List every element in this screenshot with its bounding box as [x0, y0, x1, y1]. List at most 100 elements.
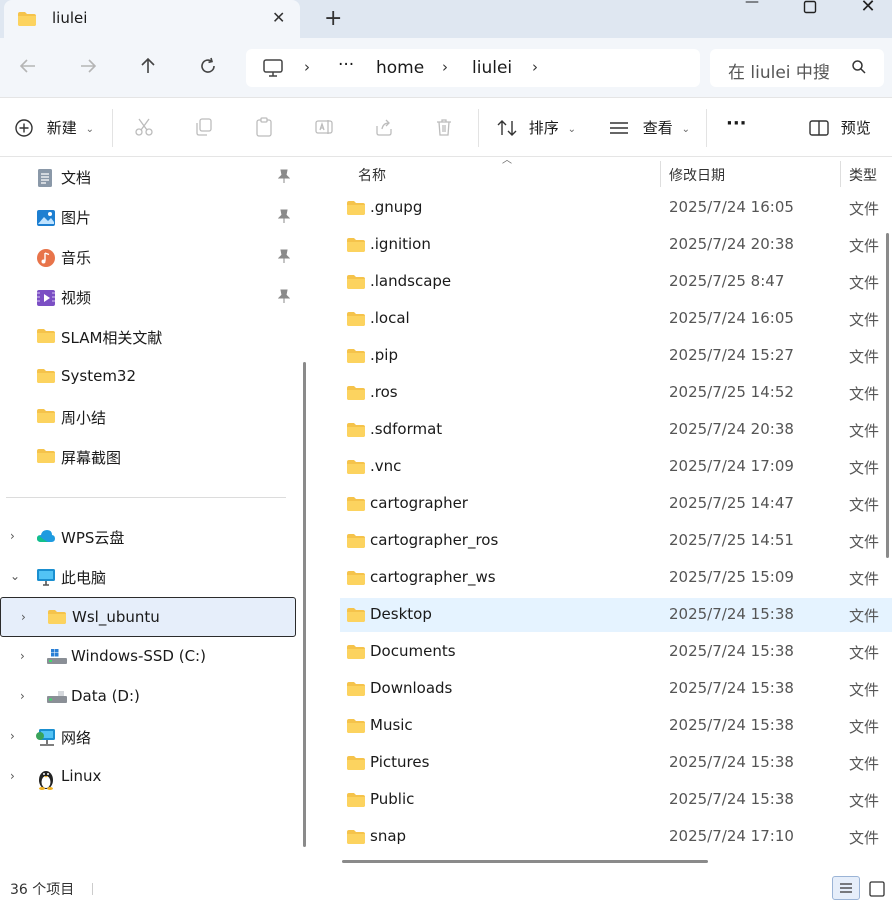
- details-view-button[interactable]: [832, 876, 860, 900]
- chevron-right-icon[interactable]: ›: [20, 649, 25, 663]
- chevron-right-icon[interactable]: ›: [10, 729, 15, 743]
- sidebar-item-此电脑[interactable]: ⌄ 此电脑: [0, 557, 296, 597]
- sidebar-item-slam相关文献[interactable]: SLAM相关文献: [0, 317, 296, 357]
- file-date: 2025/7/24 17:10: [669, 827, 794, 845]
- file-date: 2025/7/25 14:52: [669, 383, 794, 401]
- sidebar-item-data-d[interactable]: › Data (D:): [0, 677, 296, 717]
- file-date: 2025/7/24 17:09: [669, 457, 794, 475]
- chevron-right-icon[interactable]: ›: [10, 529, 15, 543]
- pin-icon[interactable]: [277, 209, 291, 226]
- sidebar-item-视频[interactable]: 视频: [0, 277, 296, 317]
- folder-icon: [346, 533, 366, 553]
- pin-icon[interactable]: [277, 249, 291, 266]
- folder-icon: [36, 408, 56, 428]
- delete-icon[interactable]: [434, 117, 454, 142]
- sidebar-item-label: Windows-SSD (C:): [71, 647, 206, 665]
- search-icon[interactable]: [851, 59, 867, 79]
- breadcrumb-overflow[interactable]: ···: [338, 55, 354, 75]
- breadcrumb-separator-icon[interactable]: ›: [532, 58, 538, 76]
- chevron-down-icon[interactable]: ⌄: [10, 569, 20, 583]
- file-row[interactable]: Downloads 2025/7/24 15:38 文件: [340, 672, 892, 706]
- pin-icon[interactable]: [277, 169, 291, 186]
- navigation-bar: › ··· home › liulei › 在 liulei 中搜: [0, 38, 892, 98]
- folder-icon: [346, 200, 366, 220]
- file-name: Public: [370, 790, 415, 808]
- preview-pane-button[interactable]: 预览: [808, 117, 871, 141]
- file-name: Desktop: [370, 605, 432, 623]
- forward-arrow-icon[interactable]: [76, 56, 100, 81]
- horizontal-scrollbar[interactable]: [342, 860, 708, 863]
- file-name: Documents: [370, 642, 456, 660]
- file-row[interactable]: Documents 2025/7/24 15:38 文件: [340, 635, 892, 669]
- view-button[interactable]: 查看 ⌄: [608, 117, 690, 141]
- file-row[interactable]: .landscape 2025/7/25 8:47 文件: [340, 265, 892, 299]
- file-type: 文件: [849, 311, 880, 329]
- up-arrow-icon[interactable]: [136, 56, 160, 81]
- file-row[interactable]: cartographer_ws 2025/7/25 15:09 文件: [340, 561, 892, 595]
- chevron-right-icon[interactable]: ›: [10, 769, 15, 783]
- sidebar-item-周小结[interactable]: 周小结: [0, 397, 296, 437]
- search-input[interactable]: 在 liulei 中搜: [728, 58, 830, 83]
- search-box[interactable]: 在 liulei 中搜: [710, 49, 884, 87]
- sidebar-item-windows-ssd-c[interactable]: › Windows-SSD (C:): [0, 637, 296, 677]
- file-date: 2025/7/25 14:51: [669, 531, 794, 549]
- vertical-scrollbar[interactable]: [886, 233, 889, 558]
- new-button[interactable]: 新建 ⌄: [14, 117, 94, 141]
- file-row[interactable]: Public 2025/7/24 15:38 文件: [340, 783, 892, 817]
- column-divider[interactable]: [840, 161, 841, 187]
- file-row[interactable]: cartographer 2025/7/25 14:47 文件: [340, 487, 892, 521]
- large-icons-view-button[interactable]: [866, 878, 888, 900]
- paste-icon[interactable]: [254, 117, 274, 142]
- tab-liulei[interactable]: liulei ✕: [4, 0, 300, 38]
- address-bar[interactable]: › ··· home › liulei ›: [246, 49, 700, 87]
- file-list: ︿ 名称 修改日期 类型 .gnupg 2025/7/24 16:05 文件 .ign…: [322, 155, 892, 875]
- this-pc-icon: [262, 58, 284, 82]
- folder-icon: [346, 718, 366, 738]
- breadcrumb-liulei[interactable]: liulei: [472, 58, 512, 78]
- file-row[interactable]: cartographer_ros 2025/7/25 14:51 文件: [340, 524, 892, 558]
- sidebar-scrollbar[interactable]: [303, 362, 306, 847]
- sidebar-item-wps云盘[interactable]: › WPS云盘: [0, 517, 296, 557]
- sidebar-item-文档[interactable]: 文档: [0, 157, 296, 197]
- file-row[interactable]: .pip 2025/7/24 15:27 文件: [340, 339, 892, 373]
- rename-icon[interactable]: [314, 117, 334, 142]
- file-row[interactable]: .ros 2025/7/25 14:52 文件: [340, 376, 892, 410]
- file-row[interactable]: Pictures 2025/7/24 15:38 文件: [340, 746, 892, 780]
- this-pc-icon: [36, 568, 56, 588]
- close-window-button[interactable]: ✕: [838, 0, 892, 20]
- sidebar-item-网络[interactable]: › 网络: [0, 717, 296, 757]
- column-divider[interactable]: [660, 161, 661, 187]
- file-row[interactable]: .local 2025/7/24 16:05 文件: [340, 302, 892, 336]
- new-tab-button[interactable]: +: [324, 6, 342, 31]
- sort-button[interactable]: 排序 ⌄: [496, 117, 576, 141]
- cut-icon[interactable]: [134, 117, 154, 142]
- pin-icon[interactable]: [277, 289, 291, 306]
- file-row[interactable]: .vnc 2025/7/24 17:09 文件: [340, 450, 892, 484]
- copy-icon[interactable]: [194, 117, 214, 142]
- more-options-button[interactable]: ···: [726, 113, 747, 137]
- sidebar-item-linux[interactable]: › Linux: [0, 757, 296, 797]
- minimize-button[interactable]: —: [722, 0, 782, 18]
- share-icon[interactable]: [374, 117, 394, 142]
- file-row[interactable]: Music 2025/7/24 15:38 文件: [340, 709, 892, 743]
- file-row[interactable]: snap 2025/7/24 17:10 文件: [340, 820, 892, 854]
- sidebar-item-图片[interactable]: 图片: [0, 197, 296, 237]
- file-row[interactable]: .ignition 2025/7/24 20:38 文件: [340, 228, 892, 262]
- chevron-right-icon[interactable]: ›: [20, 689, 25, 703]
- sidebar-item-音乐[interactable]: 音乐: [0, 237, 296, 277]
- refresh-icon[interactable]: [196, 56, 220, 81]
- breadcrumb-home[interactable]: home: [376, 58, 424, 78]
- sidebar-item-system32[interactable]: System32: [0, 357, 296, 397]
- file-name: snap: [370, 827, 407, 845]
- close-tab-icon[interactable]: ✕: [272, 8, 285, 27]
- plus-circle-icon: [15, 118, 33, 137]
- sidebar-item-wsl-ubuntu[interactable]: › Wsl_ubuntu: [0, 597, 296, 637]
- file-row[interactable]: Desktop 2025/7/24 15:38 文件: [340, 598, 892, 632]
- back-arrow-icon[interactable]: [16, 56, 40, 81]
- file-row[interactable]: .gnupg 2025/7/24 16:05 文件: [340, 191, 892, 225]
- maximize-button[interactable]: [780, 0, 840, 22]
- file-row[interactable]: .sdformat 2025/7/24 20:38 文件: [340, 413, 892, 447]
- file-name: .sdformat: [370, 420, 443, 438]
- chevron-right-icon[interactable]: ›: [21, 610, 26, 624]
- sidebar-item-屏幕截图[interactable]: 屏幕截图: [0, 437, 296, 477]
